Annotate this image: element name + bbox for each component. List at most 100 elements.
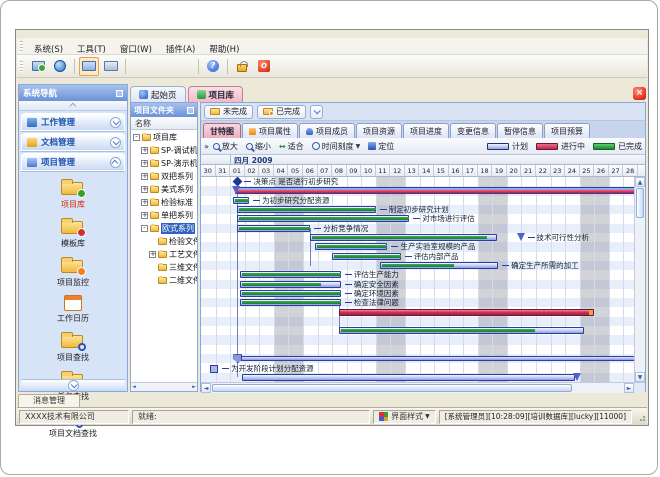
- sidebar-collapsed-group[interactable]: [21, 379, 125, 391]
- group-work[interactable]: 工作管理: [21, 113, 125, 131]
- task-bar[interactable]: [240, 281, 341, 288]
- sidebar-scroll-up[interactable]: [19, 101, 127, 111]
- ui-style-button[interactable]: 界面样式 ▼: [373, 410, 436, 424]
- zoom-in-button[interactable]: 放大: [209, 140, 242, 153]
- folder-view-icon-button[interactable]: [101, 57, 121, 76]
- tab-project-members[interactable]: 项目成员: [299, 123, 355, 138]
- tree-node[interactable]: -欧式系列: [131, 222, 197, 235]
- filter-finished[interactable]: 已完成: [257, 105, 306, 119]
- tree-expander-icon[interactable]: -: [141, 225, 148, 232]
- scroll-right-icon[interactable]: ►: [624, 383, 634, 393]
- tree-node[interactable]: -项目库: [131, 131, 197, 144]
- help-icon-button[interactable]: ?: [203, 57, 223, 76]
- nav-project-search[interactable]: 项目查找: [19, 331, 127, 363]
- tree-node[interactable]: +美式系列: [131, 183, 197, 196]
- task-bar[interactable]: [240, 299, 341, 306]
- tab-gantt[interactable]: 甘特图: [203, 123, 241, 138]
- zoom-out-button[interactable]: 缩小: [242, 140, 275, 153]
- tree-expander-icon[interactable]: +: [141, 186, 148, 193]
- task-bar[interactable]: [233, 197, 249, 204]
- task-bar[interactable]: [237, 206, 375, 213]
- tab-project-library[interactable]: 项目库: [188, 86, 244, 102]
- tab-project-props[interactable]: 项目属性: [242, 123, 298, 138]
- calendar-chart-icon-button[interactable]: [152, 57, 172, 76]
- task-bar[interactable]: [315, 243, 388, 250]
- tab-pause-info[interactable]: 暂停信息: [497, 123, 543, 138]
- menu-grip[interactable]: [20, 41, 23, 52]
- calendar-red-icon-button[interactable]: [130, 57, 150, 76]
- tab-start-page[interactable]: 起始页: [130, 86, 186, 102]
- group-toggle-button[interactable]: [110, 157, 121, 168]
- exit-icon-button[interactable]: O: [254, 57, 274, 76]
- scroll-left-icon[interactable]: ◄: [201, 383, 211, 393]
- task-bar[interactable]: [332, 253, 400, 260]
- message-manager-tab[interactable]: 消息管理: [18, 394, 80, 407]
- tree-expander-icon[interactable]: +: [141, 199, 148, 206]
- locate-button[interactable]: 定位: [364, 140, 398, 153]
- close-icon[interactable]: ×: [633, 87, 646, 100]
- task-bar[interactable]: [380, 262, 498, 269]
- group-projects[interactable]: 项目管理: [21, 153, 125, 171]
- toolbar-grip[interactable]: [20, 61, 23, 72]
- lock-icon-button[interactable]: [232, 57, 252, 76]
- scroll-left-icon[interactable]: ◄: [132, 384, 136, 390]
- task-bar[interactable]: [339, 309, 595, 316]
- tree-node[interactable]: +单把系列: [131, 209, 197, 222]
- scroll-right-icon[interactable]: ►: [192, 384, 196, 390]
- horizontal-scroll-thumb[interactable]: [212, 384, 572, 392]
- task-bar[interactable]: [242, 374, 576, 381]
- pin-icon[interactable]: [116, 90, 123, 97]
- fit-button[interactable]: ↔适合: [275, 140, 308, 153]
- tree-node[interactable]: +双把系列: [131, 170, 197, 183]
- tree-node[interactable]: +SP-演示机系: [131, 157, 197, 170]
- calendar-clock-icon-button[interactable]: [174, 57, 194, 76]
- tree-node[interactable]: +检验标准: [131, 196, 197, 209]
- task-bar[interactable]: [237, 356, 638, 361]
- group-toggle-button[interactable]: [110, 137, 121, 148]
- vertical-scroll-thumb[interactable]: [636, 188, 644, 218]
- timescale-button[interactable]: 时间刻度▼: [308, 140, 365, 153]
- task-bar[interactable]: [240, 271, 341, 278]
- tree-expander-icon[interactable]: -: [133, 134, 140, 141]
- scroll-down-icon[interactable]: ▼: [635, 372, 645, 382]
- tree-node[interactable]: 检验文件: [131, 235, 197, 248]
- nav-work-calendar[interactable]: 工作日历: [19, 295, 127, 324]
- gantt-chart[interactable]: 决策点 是否进行初步研究为初步研究分配资源制定初步研究计划对市场进行评估分析竞争…: [201, 177, 638, 382]
- pin-icon[interactable]: [187, 107, 194, 114]
- open-folder-icon-button[interactable]: [79, 57, 99, 76]
- tree-expander-icon[interactable]: +: [141, 160, 148, 167]
- tab-project-resources[interactable]: 项目资源: [356, 123, 402, 138]
- task-bar[interactable]: [240, 290, 341, 297]
- tab-project-budget[interactable]: 项目预算: [544, 123, 590, 138]
- group-docs[interactable]: 文档管理: [21, 133, 125, 151]
- resize-grip[interactable]: [637, 413, 645, 421]
- tree-expander-icon[interactable]: +: [141, 147, 148, 154]
- nav-template-library[interactable]: 模板库: [19, 217, 127, 249]
- nav-project-monitor[interactable]: 项目监控: [19, 256, 127, 288]
- nav-project-library[interactable]: 项目库: [19, 178, 127, 210]
- task-bar[interactable]: [339, 327, 584, 334]
- horizontal-scrollbar[interactable]: ◄ ►: [201, 382, 645, 393]
- tree-node[interactable]: +工艺文件: [131, 248, 197, 261]
- tree-expander-icon[interactable]: +: [141, 212, 148, 219]
- task-bar[interactable]: [310, 234, 496, 241]
- tree-node[interactable]: +SP-调试机系: [131, 144, 197, 157]
- tree-node[interactable]: 二维文件: [131, 274, 197, 287]
- filter-unfinished[interactable]: 未完成: [204, 105, 253, 119]
- task-bar[interactable]: [237, 225, 310, 232]
- tree-expander-icon[interactable]: +: [141, 173, 148, 180]
- scroll-up-icon[interactable]: ▲: [635, 177, 645, 187]
- task-bar[interactable]: [235, 187, 638, 194]
- tab-project-progress[interactable]: 项目进度: [403, 123, 449, 138]
- globe-icon-button[interactable]: [50, 57, 70, 76]
- task-bar[interactable]: [237, 215, 409, 222]
- tree-horizontal-scrollbar[interactable]: ◄►: [131, 382, 197, 391]
- vertical-scrollbar[interactable]: ▲ ▼: [634, 177, 645, 382]
- more-filters-button[interactable]: [310, 105, 323, 119]
- monitor-icon-button[interactable]: [28, 57, 48, 76]
- group-toggle-button[interactable]: [110, 117, 121, 128]
- tree-column-header[interactable]: 名称: [131, 117, 197, 130]
- tab-change-info[interactable]: 变更信息: [450, 123, 496, 138]
- tree-expander-icon[interactable]: +: [149, 251, 156, 258]
- tree-node[interactable]: 三维文件: [131, 261, 197, 274]
